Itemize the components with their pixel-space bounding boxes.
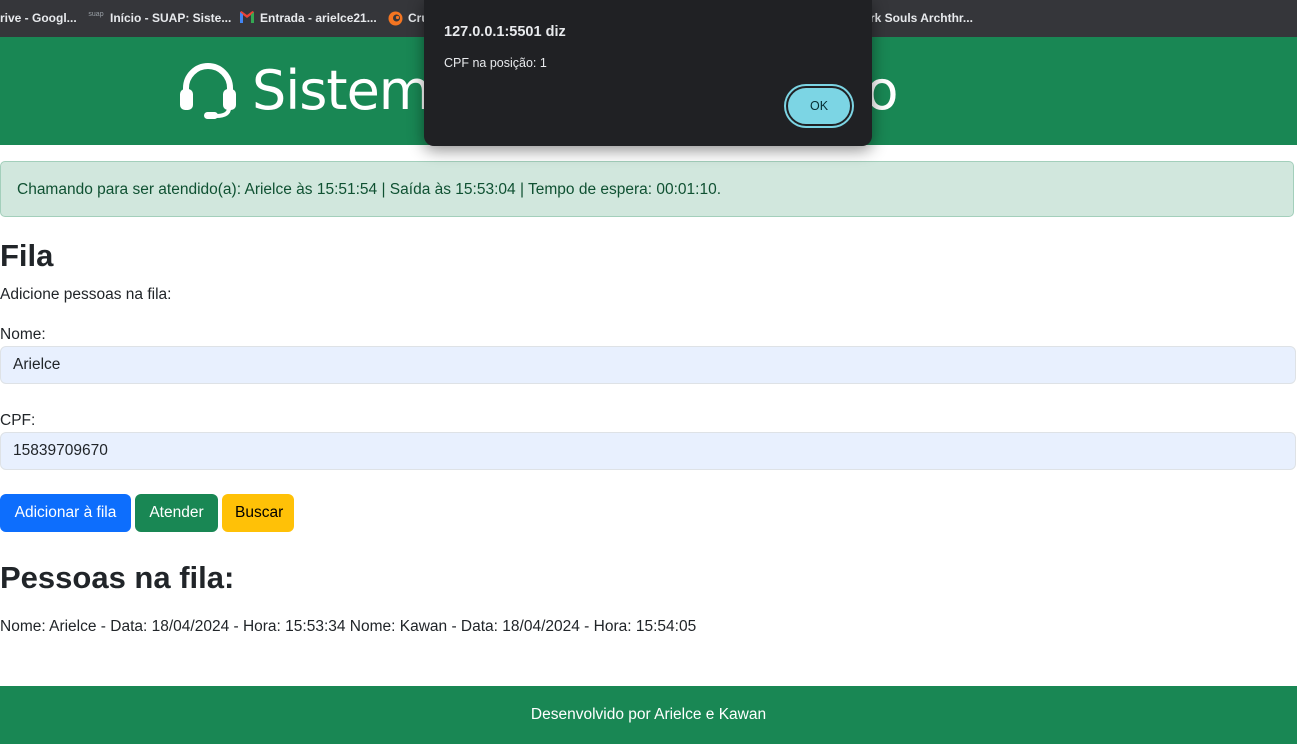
page-footer: Desenvolvido por Arielce e Kawan — [0, 686, 1297, 744]
bookmark-label: Início - SUAP: Siste... — [110, 11, 232, 25]
queue-form-heading: Fila — [0, 238, 54, 273]
status-alert: Chamando para ser atendido(a): Arielce à… — [0, 161, 1294, 217]
gmail-icon — [240, 11, 254, 25]
bookmark-suap[interactable]: suap Início - SUAP: Siste... — [88, 9, 231, 27]
name-input[interactable] — [0, 346, 1296, 384]
alert-dialog: 127.0.0.1:5501 diz CPF na posição: 1 OK — [424, 0, 872, 146]
cpf-label: CPF: — [0, 412, 36, 429]
bookmark-label: rive - Googl... — [0, 11, 77, 25]
bookmark-gmail[interactable]: Entrada - arielce21... — [240, 9, 377, 27]
alert-message: Chamando para ser atendido(a): Arielce à… — [17, 181, 722, 198]
bookmark-dark-souls[interactable]: rk Souls Archthr... — [870, 9, 973, 27]
dialog-message: CPF na posição: 1 — [444, 56, 547, 70]
name-label: Nome: — [0, 326, 46, 343]
add-to-queue-button[interactable]: Adicionar à fila — [0, 494, 131, 532]
dialog-title: 127.0.0.1:5501 diz — [444, 24, 566, 40]
queue-list-heading: Pessoas na fila: — [0, 560, 235, 595]
dialog-ok-button[interactable]: OK — [786, 86, 852, 126]
cpf-input[interactable] — [0, 432, 1296, 470]
headset-icon — [180, 63, 236, 119]
bookmark-label: rk Souls Archthr... — [870, 11, 973, 25]
queue-list: Nome: Arielce - Data: 18/04/2024 - Hora:… — [0, 618, 697, 635]
suap-icon: suap — [88, 11, 104, 18]
crunchyroll-icon — [388, 11, 403, 26]
search-button[interactable]: Buscar — [222, 494, 294, 532]
bookmark-label: Entrada - arielce21... — [260, 11, 377, 25]
footer-text: Desenvolvido por Arielce e Kawan — [530, 706, 767, 723]
bookmark-drive[interactable]: rive - Googl... — [0, 9, 77, 27]
queue-form-subtitle: Adicione pessoas na fila: — [0, 286, 172, 303]
attend-button[interactable]: Atender — [135, 494, 218, 532]
bookmark-crunchyroll[interactable]: Cru — [388, 9, 429, 27]
